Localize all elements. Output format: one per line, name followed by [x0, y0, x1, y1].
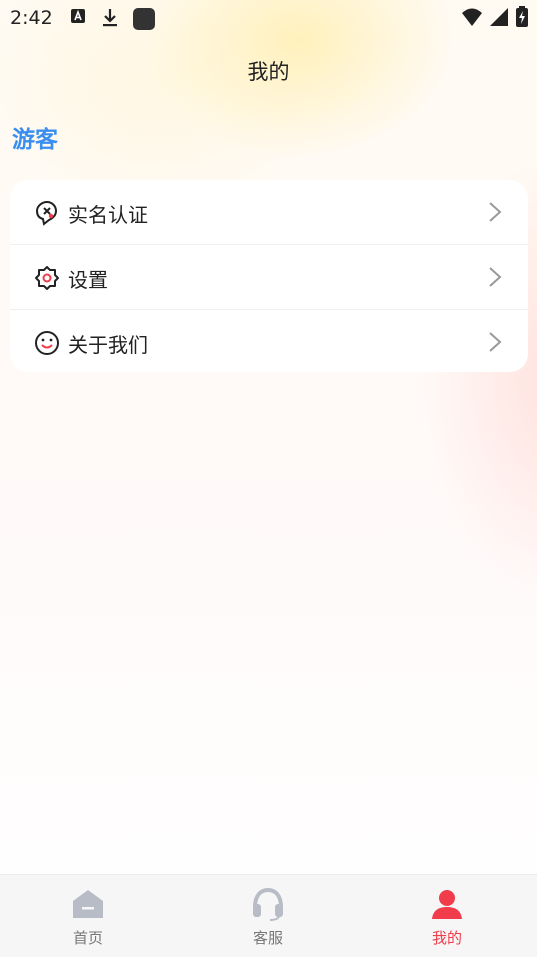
real-name-verification-icon: [35, 200, 58, 226]
status-bar: 2:42: [0, 0, 537, 36]
status-time: 2:42: [10, 7, 53, 29]
download-icon: [103, 9, 117, 27]
menu-item-real-name-verification[interactable]: 实名认证: [10, 180, 528, 245]
menu-item-label: 实名认证: [68, 203, 148, 227]
tab-home[interactable]: 首页: [28, 875, 148, 957]
page-title: 我的: [247, 60, 290, 84]
bottom-tab-bar: 首页 客服 我的: [0, 874, 537, 957]
person-icon: [432, 890, 462, 919]
menu-item-about-us[interactable]: 关于我们: [10, 310, 528, 372]
menu-item-label: 关于我们: [68, 333, 148, 357]
menu-item-label: 设置: [68, 268, 108, 292]
home-icon: [73, 890, 103, 918]
background-gradient: [0, 0, 537, 956]
wifi-icon: [462, 8, 482, 26]
battery-charging-icon: [516, 6, 528, 27]
headset-icon: [253, 887, 283, 921]
signal-icon: [490, 8, 508, 26]
menu-card: 实名认证 设置 关于我们: [10, 180, 528, 372]
tab-customer-service[interactable]: 客服: [208, 875, 328, 957]
chevron-right-icon: [489, 202, 502, 222]
app-square-icon: [133, 8, 155, 30]
tab-label: 客服: [252, 929, 283, 947]
chevron-right-icon: [489, 332, 502, 352]
smiley-icon: [35, 331, 59, 355]
menu-item-settings[interactable]: 设置: [10, 245, 528, 310]
chevron-right-icon: [489, 267, 502, 287]
font-icon: [71, 9, 85, 23]
gear-icon: [35, 266, 59, 290]
tab-label: 首页: [72, 929, 103, 947]
tab-label: 我的: [431, 929, 462, 947]
username[interactable]: 游客: [12, 120, 58, 154]
tab-mine[interactable]: 我的: [387, 875, 507, 957]
